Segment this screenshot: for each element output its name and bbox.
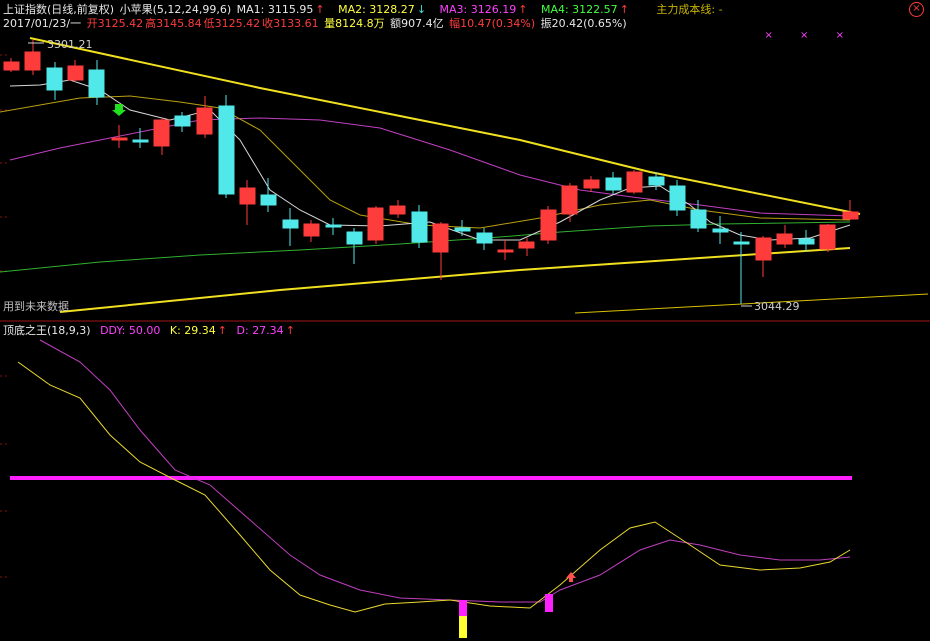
trend-lines [29, 37, 929, 314]
candle [196, 96, 213, 138]
candle [153, 118, 170, 155]
ma3-line [9, 117, 851, 217]
candle [561, 183, 578, 222]
candle [174, 112, 191, 132]
candle [24, 40, 41, 75]
future-data-note: 用到未来数据 [3, 300, 69, 313]
lower-trendline [59, 247, 851, 313]
k-value: K: 29.34 [169, 324, 216, 337]
candle [819, 224, 836, 252]
candle [669, 180, 686, 216]
candle [842, 200, 859, 220]
signal-bar [459, 600, 467, 616]
candle [755, 236, 772, 277]
candle [518, 238, 535, 256]
low-price-label: 3044.29 [754, 300, 800, 313]
candle [454, 220, 471, 236]
candle [432, 222, 449, 280]
moving-averages [0, 79, 851, 273]
candle [626, 170, 643, 194]
candle [690, 200, 707, 232]
candle [3, 58, 20, 72]
candle [798, 230, 815, 252]
candle [540, 206, 557, 244]
candle [733, 232, 750, 304]
candlesticks [3, 40, 859, 304]
grid-lines [0, 54, 8, 578]
candle [712, 216, 729, 244]
sub-chart-header: 顶底之王(18,9,3) DDY: 50.00 K: 29.34 ↑ D: 27.… [3, 324, 297, 337]
ddy-value: DDY: 50.00 [100, 324, 161, 337]
candle [367, 206, 384, 244]
up-arrow-icon [566, 572, 576, 582]
d-line [39, 339, 851, 603]
candle [389, 200, 406, 218]
sub-indicator-name[interactable]: 顶底之王(18,9,3) [3, 324, 91, 337]
k-line [17, 361, 851, 613]
candle [583, 176, 600, 192]
candle [67, 60, 84, 82]
candle [239, 180, 256, 225]
chart-canvas[interactable] [0, 0, 930, 641]
candle [260, 178, 277, 212]
k-arrow: ↑ [217, 324, 228, 337]
candle [88, 60, 105, 105]
d-value: D: 27.34 [236, 324, 284, 337]
signal-bar [545, 594, 553, 612]
candle [111, 125, 128, 148]
candle [218, 95, 235, 198]
candle [325, 218, 342, 235]
high-price-label: 3301.21 [47, 38, 93, 51]
candle [776, 225, 793, 248]
support-line [574, 293, 929, 314]
candle [46, 62, 63, 100]
candle [282, 208, 299, 246]
ma1-line [9, 79, 851, 241]
candle [303, 220, 320, 242]
d-arrow: ↑ [285, 324, 295, 337]
candle [411, 205, 428, 248]
signal-bar [459, 616, 467, 638]
candle [476, 228, 493, 250]
candle [497, 240, 514, 260]
candle [605, 172, 622, 194]
